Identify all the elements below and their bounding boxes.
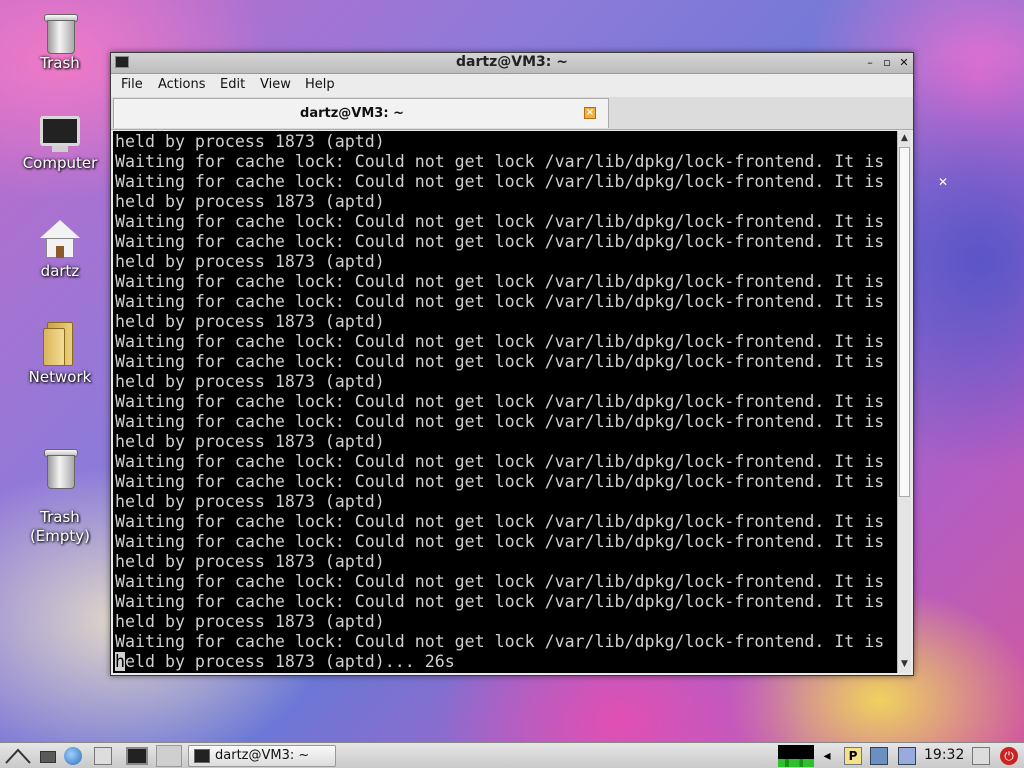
clipboard-icon[interactable]: P (844, 747, 862, 765)
terminal-line: Waiting for cache lock: Could not get lo… (115, 332, 885, 351)
terminal-prompt-line: held by process 1873 (aptd)... 26s (115, 652, 455, 672)
terminal-line: Waiting for cache lock: Could not get lo… (115, 292, 885, 311)
menu-actions[interactable]: Actions (158, 77, 206, 92)
desktop-icon-label: Computer (22, 154, 98, 172)
show-desktop-icon[interactable] (94, 747, 112, 765)
terminal-line: Waiting for cache lock: Could not get lo… (115, 272, 885, 291)
terminal-output[interactable]: held by process 1873 (aptd) Waiting for c… (113, 131, 897, 673)
desktop-icon-label: Network (28, 368, 92, 386)
terminal-icon (194, 749, 210, 763)
desktop-icon-label: Trash (40, 54, 80, 72)
terminal-line: Waiting for cache lock: Could not get lo… (115, 412, 885, 431)
terminal-line: Waiting for cache lock: Could not get lo… (115, 592, 885, 611)
computer-icon (40, 116, 80, 146)
tab-close-icon[interactable]: × (584, 107, 596, 119)
desktop-icon-label: Trash (Empty) (29, 508, 91, 545)
terminal-line: held by process 1873 (aptd) (115, 372, 385, 391)
taskbar-window-label: dartz@VM3: ~ (215, 748, 310, 763)
terminal-line: Waiting for cache lock: Could not get lo… (115, 532, 885, 551)
home-folder-icon (40, 220, 80, 260)
file-manager-icon[interactable] (40, 751, 56, 763)
tab-bar: dartz@VM3: ~ × (111, 97, 913, 130)
terminal-line: Waiting for cache lock: Could not get lo… (115, 392, 885, 411)
taskbar-window-button[interactable]: dartz@VM3: ~ (188, 745, 336, 767)
terminal-line: Waiting for cache lock: Could not get lo… (115, 212, 885, 231)
start-menu-icon[interactable] (4, 747, 32, 765)
minimize-icon[interactable]: – (863, 56, 877, 70)
scroll-down-icon[interactable]: ▼ (898, 658, 911, 671)
terminal-line: held by process 1873 (aptd) (115, 492, 385, 511)
tab-terminal[interactable]: dartz@VM3: ~ × (113, 98, 609, 128)
terminal-line: Waiting for cache lock: Could not get lo… (115, 232, 885, 251)
menu-edit[interactable]: Edit (220, 77, 245, 92)
terminal-line: Waiting for cache lock: Could not get lo… (115, 632, 885, 651)
terminal-line: Waiting for cache lock: Could not get lo… (115, 512, 885, 531)
network-folder-icon (43, 322, 77, 366)
volume-icon[interactable] (898, 747, 916, 765)
terminal-line: Waiting for cache lock: Could not get lo… (115, 572, 885, 591)
desktop-icon-trash[interactable]: Trash (10, 14, 110, 72)
desktop-icon-trash-empty[interactable]: Trash (Empty) (10, 430, 110, 546)
desktop-icon-label: dartz (40, 262, 80, 280)
scrollbar-thumb[interactable] (899, 147, 910, 497)
terminal-launcher-icon[interactable] (126, 747, 148, 765)
trash-icon (44, 449, 78, 489)
terminal-window: dartz@VM3: ~ – ▫ ✕ File Actions Edit Vie… (110, 52, 914, 676)
trash-icon (44, 14, 78, 54)
terminal-line: held by process 1873 (aptd) (115, 132, 385, 151)
terminal-line: Waiting for cache lock: Could not get lo… (115, 352, 885, 371)
maximize-icon[interactable]: ▫ (880, 56, 894, 70)
terminal-line: held by process 1873 (aptd) (115, 312, 385, 331)
window-title: dartz@VM3: ~ (456, 54, 568, 70)
network-manager-icon[interactable] (870, 747, 888, 765)
terminal-line: held by process 1873 (aptd) (115, 192, 385, 211)
taskbar-clock[interactable]: 19:32 (924, 747, 964, 763)
terminal-cursor: h (115, 652, 125, 671)
desktop-icon-computer[interactable]: Computer (10, 116, 110, 172)
workspace-icon[interactable] (156, 745, 182, 767)
desktop-icon-home[interactable]: dartz (10, 220, 110, 280)
desktop-icon-network[interactable]: Network (10, 322, 110, 386)
monitor-stand (52, 146, 68, 152)
terminal-line: Waiting for cache lock: Could not get lo… (115, 172, 885, 191)
terminal-line: held by process 1873 (aptd) (115, 432, 385, 451)
terminal-line: held by process 1873 (aptd) (115, 252, 385, 271)
menu-view[interactable]: View (260, 77, 291, 92)
taskbar: dartz@VM3: ~ ◂ P 19:32 ⏻ (0, 742, 1024, 768)
power-icon[interactable]: ⏻ (1000, 747, 1018, 765)
window-titlebar[interactable]: dartz@VM3: ~ – ▫ ✕ (111, 53, 913, 74)
browser-icon[interactable] (64, 747, 82, 765)
cpu-monitor-graph[interactable] (778, 745, 814, 767)
network-status-icon[interactable]: ◂ (818, 747, 836, 765)
menu-help[interactable]: Help (305, 77, 335, 92)
terminal-scrollbar[interactable]: ▲ ▼ (897, 131, 911, 673)
notification-icon[interactable] (972, 747, 990, 765)
terminal-line: held by process 1873 (aptd) (115, 612, 385, 631)
terminal-line: Waiting for cache lock: Could not get lo… (115, 152, 885, 171)
menu-file[interactable]: File (121, 77, 143, 92)
sparkle-decoration: ✕ (938, 175, 949, 189)
terminal-line: held by process 1873 (aptd) (115, 552, 385, 571)
terminal-progress-text: eld by process 1873 (aptd)... 26s (125, 652, 455, 671)
tab-label: dartz@VM3: ~ (300, 106, 404, 121)
scroll-up-icon[interactable]: ▲ (898, 132, 911, 145)
menubar: File Actions Edit View Help (111, 74, 913, 96)
close-icon[interactable]: ✕ (897, 56, 911, 70)
terminal-line: Waiting for cache lock: Could not get lo… (115, 472, 885, 491)
terminal-line: Waiting for cache lock: Could not get lo… (115, 452, 885, 471)
